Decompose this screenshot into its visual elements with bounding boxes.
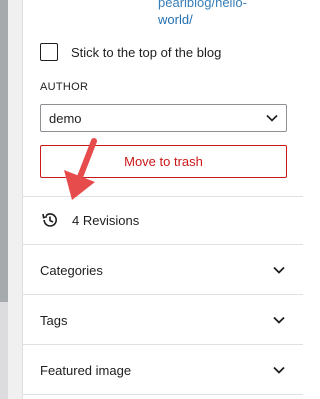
divider [23, 394, 303, 395]
sticky-checkbox[interactable] [40, 43, 58, 61]
scrollbar-track[interactable] [0, 0, 8, 399]
revisions-label: 4 Revisions [72, 212, 140, 228]
sticky-post-option[interactable]: Stick to the top of the blog [40, 43, 221, 61]
permalink-line-2: world/ [158, 12, 193, 27]
divider [23, 196, 303, 197]
chevron-down-icon [266, 112, 278, 124]
panel-featured-image[interactable]: Featured image [23, 345, 303, 395]
section-title: Categories [40, 262, 103, 278]
section-title: Tags [40, 312, 68, 328]
history-icon [40, 210, 60, 230]
chevron-down-icon [272, 263, 286, 277]
post-settings-sidebar: pearlblog/hello- world/ Stick to the top… [22, 0, 303, 399]
author-label: AUTHOR [40, 81, 89, 93]
sticky-label: Stick to the top of the blog [71, 44, 222, 60]
section-title: Featured image [40, 362, 132, 378]
author-select[interactable]: demo [40, 104, 287, 132]
author-selected-value: demo [49, 110, 82, 126]
scrollbar-thumb[interactable] [0, 0, 8, 302]
move-to-trash-button[interactable]: Move to trash [40, 145, 287, 178]
panel-tags[interactable]: Tags [23, 295, 303, 345]
chevron-down-icon [272, 363, 286, 377]
chevron-down-icon [272, 313, 286, 327]
permalink-line-1: pearlblog/hello- [158, 0, 247, 10]
revisions-link[interactable]: 4 Revisions [40, 208, 139, 232]
panel-categories[interactable]: Categories [23, 245, 303, 295]
post-permalink-link[interactable]: pearlblog/hello- world/ [158, 0, 298, 28]
